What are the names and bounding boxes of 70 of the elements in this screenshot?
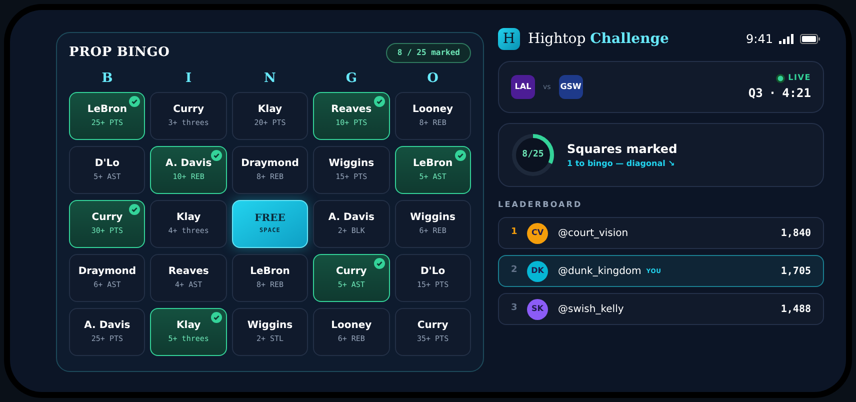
- player-name: Klay: [258, 104, 282, 117]
- player-name: Wiggins: [410, 212, 456, 225]
- avatar: CV: [527, 222, 548, 244]
- avatar: SK: [527, 298, 548, 320]
- app-logo: H: [498, 28, 520, 50]
- separator: ·: [768, 85, 776, 102]
- player-name: Draymond: [241, 158, 299, 171]
- battery-icon: [800, 34, 820, 44]
- leaderboard-heading: LEADERBOARD: [498, 199, 584, 211]
- check-icon: [210, 150, 222, 161]
- column-letter: I: [184, 70, 193, 88]
- leaderboard-row[interactable]: 1 CV @court_vision 1,840: [498, 217, 824, 249]
- player-name: Curry: [417, 320, 448, 333]
- signal-icon: [779, 34, 794, 44]
- check-icon: [129, 204, 140, 215]
- column-letter: B: [100, 70, 114, 88]
- player-name: Wiggins: [328, 158, 374, 171]
- quarter: Q3: [748, 85, 763, 102]
- rank: 2: [511, 264, 518, 278]
- player-name: Draymond: [78, 266, 136, 279]
- live-dot-icon: [776, 74, 786, 82]
- score: 1,705: [780, 264, 811, 278]
- check-icon: [210, 312, 222, 323]
- status-time: 9:41: [746, 31, 773, 48]
- player-name: A. Davis: [166, 158, 212, 171]
- player-name: A. Davis: [84, 320, 130, 333]
- column-letter: O: [426, 70, 440, 88]
- score: 1,840: [780, 226, 811, 240]
- marked-badge: 8 / 25 marked: [386, 43, 471, 63]
- player-name: LeBron: [412, 158, 453, 171]
- score: 1,488: [780, 302, 811, 316]
- free-label: FREE: [254, 213, 286, 226]
- player-handle: @court_vision: [558, 226, 628, 240]
- progress-title: Squares marked: [567, 141, 678, 158]
- player-name: Reaves: [331, 104, 372, 117]
- team-badge: LAL: [511, 75, 535, 99]
- player-name: LeBron: [87, 104, 128, 117]
- column-letter: G: [344, 70, 358, 88]
- player-name: Klay: [176, 320, 201, 333]
- rank: 1: [511, 226, 518, 240]
- app-name: Hightop Challenge: [528, 30, 669, 48]
- player-name: Curry: [92, 212, 123, 225]
- check-icon: [129, 96, 140, 107]
- check-icon: [374, 258, 385, 269]
- player-name: A. Davis: [328, 212, 374, 225]
- player-handle: @dunk_kingdom: [558, 264, 642, 278]
- progress-subtitle: 1 to bingo — diagonal ↘: [567, 158, 676, 170]
- player-name: LeBron: [250, 266, 290, 279]
- player-name: Wiggins: [247, 320, 293, 333]
- game-clock: 4:21: [782, 85, 811, 102]
- player-name: Looney: [412, 104, 454, 117]
- player-name: Curry: [336, 266, 367, 279]
- live-label: LIVE: [788, 72, 811, 84]
- player-name: Curry: [173, 104, 204, 117]
- player-name: Klay: [176, 212, 201, 225]
- check-icon: [374, 96, 385, 107]
- player-name: D'Lo: [420, 266, 446, 279]
- check-icon: [455, 150, 466, 161]
- avatar: DK: [527, 260, 548, 282]
- team-badge: GSW: [558, 75, 583, 99]
- rank: 3: [511, 302, 518, 316]
- player-handle: @swish_kelly: [558, 302, 624, 316]
- bingo-title: PROP BINGO: [69, 44, 170, 62]
- ring-label: 8/25: [522, 150, 544, 160]
- player-name: Reaves: [168, 266, 209, 279]
- player-name: D'Lo: [94, 158, 120, 171]
- column-letter: N: [263, 70, 277, 88]
- player-name: Looney: [331, 320, 372, 333]
- progress-ring: [511, 133, 555, 177]
- leaderboard-row[interactable]: 3 SK @swish_kelly 1,488: [498, 293, 824, 325]
